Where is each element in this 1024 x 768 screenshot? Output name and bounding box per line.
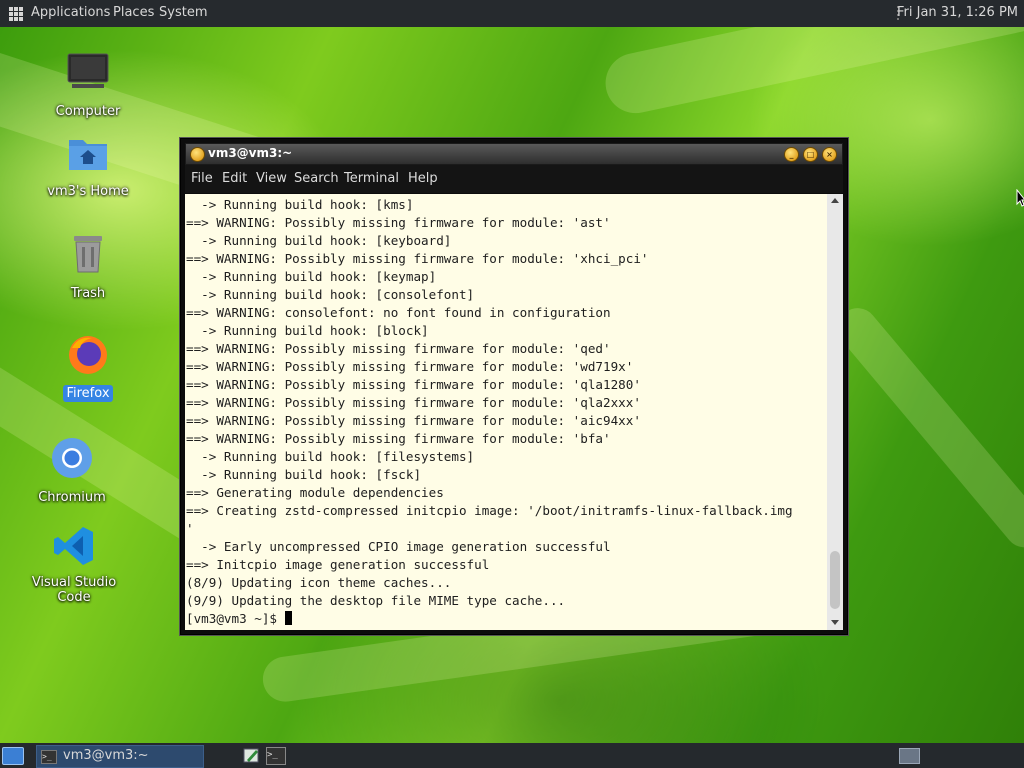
desktop-icon-label: Firefox — [63, 385, 113, 402]
terminal-line: -> Running build hook: [block] — [201, 323, 429, 338]
terminal-scrollbar[interactable] — [827, 194, 843, 630]
terminal-line: ==> WARNING: Possibly missing firmware f… — [186, 395, 641, 410]
window-menu-icon[interactable] — [190, 147, 205, 162]
menu-system[interactable]: System — [159, 5, 207, 20]
terminal-window[interactable]: vm3@vm3:~ _ □ × File Edit View Search Te… — [180, 138, 848, 635]
terminal-line: -> Running build hook: [keymap] — [201, 269, 437, 284]
terminal-titlebar[interactable]: vm3@vm3:~ _ □ × — [185, 143, 843, 165]
desktop-icon-label: Visual Studio Code — [31, 575, 117, 605]
terminal-line: ==> WARNING: Possibly missing firmware f… — [186, 251, 649, 266]
desktop-icon-label: Computer — [55, 104, 121, 119]
terminal-launcher-icon[interactable]: >_ — [266, 747, 286, 765]
terminal-line: ==> Generating module dependencies — [186, 485, 444, 500]
terminal-line: -> Running build hook: [kms] — [201, 197, 414, 212]
terminal-line: (8/9) Updating icon theme caches... — [186, 575, 452, 590]
desktop-icon-firefox[interactable]: Firefox — [28, 334, 148, 402]
terminal-line: ==> WARNING: Possibly missing firmware f… — [186, 359, 634, 374]
desktop-icon-label: vm3's Home — [47, 184, 129, 199]
terminal-line: (9/9) Updating the desktop file MIME typ… — [186, 593, 566, 608]
wallpaper-streak — [829, 300, 1024, 556]
desktop-icon-trash[interactable]: Trash — [28, 232, 148, 302]
mouse-pointer-icon — [1016, 189, 1024, 207]
taskbar-item-label: vm3@vm3:~ — [63, 748, 149, 763]
terminal-line: ==> Initcpio image generation successful — [186, 557, 490, 572]
menu-file[interactable]: File — [191, 171, 213, 186]
desktop-icon-computer[interactable]: Computer — [28, 52, 148, 120]
window-title: vm3@vm3:~ — [208, 146, 293, 160]
workspace-switcher[interactable] — [899, 748, 920, 764]
terminal-menubar: File Edit View Search Terminal Help — [185, 165, 843, 193]
desktop-icon-chromium[interactable]: Chromium — [12, 436, 132, 506]
scrollbar-thumb[interactable] — [830, 551, 840, 609]
terminal-line: -> Early uncompressed CPIO image generat… — [201, 539, 611, 554]
text-cursor — [284, 611, 292, 625]
home-folder-icon — [69, 140, 107, 170]
menu-terminal[interactable]: Terminal — [344, 171, 399, 186]
desktop-icon-label: Chromium — [38, 490, 106, 505]
menu-view[interactable]: View — [256, 171, 287, 186]
bottom-panel: >_ vm3@vm3:~ >_ — [0, 743, 1024, 768]
terminal-line: ==> WARNING: Possibly missing firmware f… — [186, 215, 611, 230]
firefox-icon — [69, 336, 107, 374]
terminal-output[interactable]: -> Running build hook: [kms] ==> WARNING… — [185, 194, 827, 630]
terminal-line: ' — [186, 521, 194, 536]
clock[interactable]: Fri Jan 31, 1:26 PM — [897, 5, 1018, 20]
terminal-line: ==> WARNING: Possibly missing firmware f… — [186, 431, 611, 446]
terminal-line: -> Running build hook: [consolefont] — [201, 287, 475, 302]
close-icon[interactable]: × — [822, 147, 837, 162]
maximize-icon[interactable]: □ — [803, 147, 818, 162]
terminal-line: -> Running build hook: [fsck] — [201, 467, 422, 482]
computer-icon — [67, 53, 109, 88]
top-panel: Applications Places System Fri Jan 31, 1… — [0, 0, 1024, 27]
terminal-line: -> Running build hook: [filesystems] — [201, 449, 475, 464]
show-desktop-icon[interactable] — [2, 747, 24, 765]
shell-prompt: [vm3@vm3 ~]$ — [186, 611, 285, 626]
desktop-icon-label: Trash — [70, 286, 106, 301]
terminal-line: ==> WARNING: consolefont: no font found … — [186, 305, 611, 320]
terminal-line: ==> WARNING: Possibly missing firmware f… — [186, 377, 641, 392]
vscode-icon — [54, 527, 93, 565]
minimize-icon[interactable]: _ — [784, 147, 799, 162]
menu-help[interactable]: Help — [408, 171, 438, 186]
taskbar-item-terminal[interactable]: >_ vm3@vm3:~ — [36, 745, 204, 768]
terminal-line: ==> Creating zstd-compressed initcpio im… — [186, 503, 793, 518]
text-editor-launcher-icon[interactable] — [243, 747, 261, 763]
terminal-line: -> Running build hook: [keyboard] — [201, 233, 452, 248]
terminal-line: ==> WARNING: Possibly missing firmware f… — [186, 413, 641, 428]
desktop-icon-home[interactable]: vm3's Home — [28, 134, 148, 200]
menu-places[interactable]: Places — [113, 5, 154, 20]
scroll-down-icon[interactable] — [831, 620, 839, 625]
applications-grid-icon[interactable] — [9, 7, 23, 21]
menu-search[interactable]: Search — [294, 171, 339, 186]
terminal-icon: >_ — [41, 750, 57, 764]
terminal-line: ==> WARNING: Possibly missing firmware f… — [186, 341, 611, 356]
menu-edit[interactable]: Edit — [222, 171, 247, 186]
menu-applications[interactable]: Applications — [31, 5, 110, 20]
scroll-up-icon[interactable] — [831, 198, 839, 203]
desktop-icon-vscode[interactable]: Visual Studio Code — [14, 524, 134, 606]
chromium-icon — [52, 438, 92, 478]
trash-icon — [74, 236, 102, 273]
